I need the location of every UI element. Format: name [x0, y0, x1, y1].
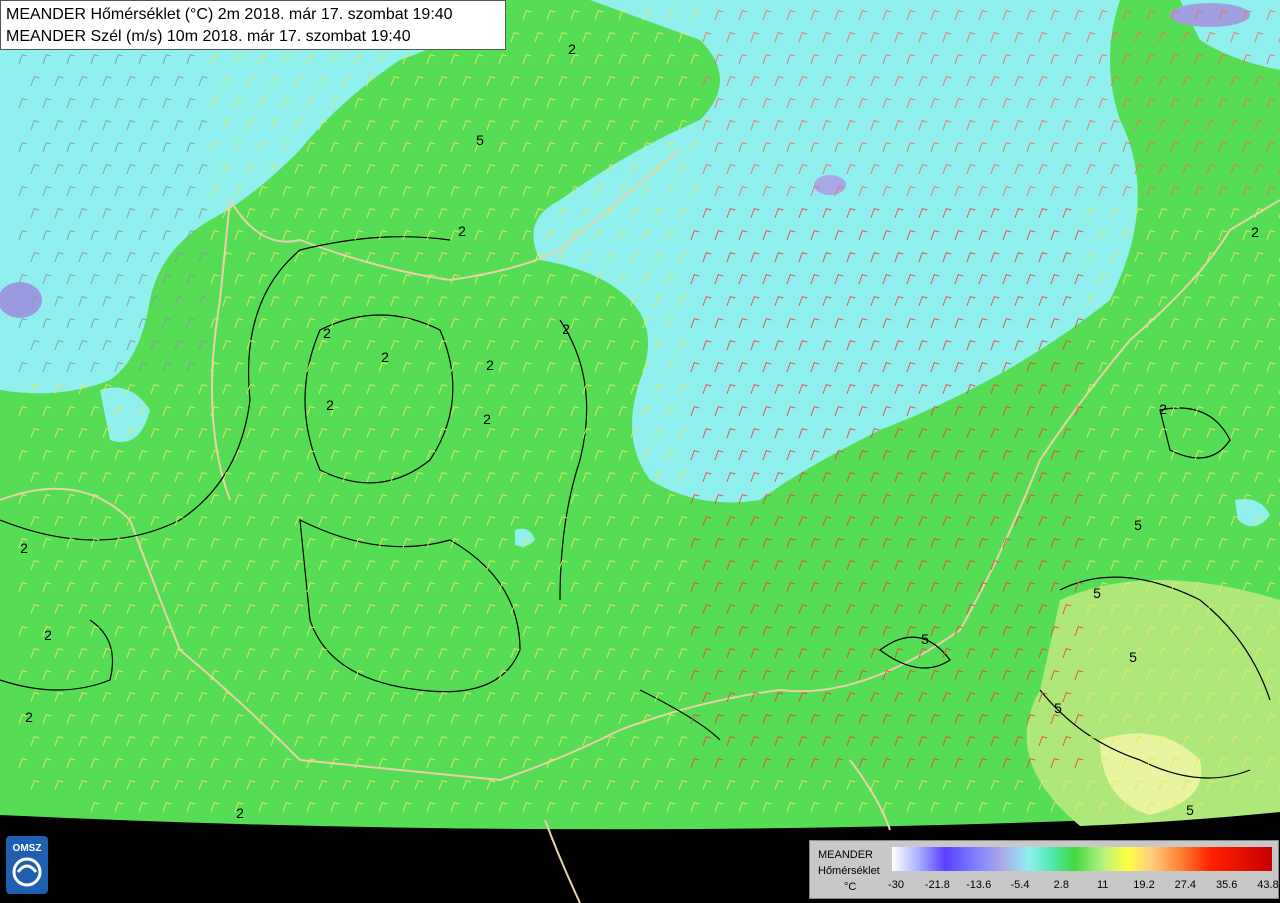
contour-label: 5: [921, 631, 929, 647]
legend-color-scale: [892, 847, 1272, 871]
contour-label: 2: [568, 41, 576, 57]
legend-tick-label: -30: [888, 879, 904, 891]
logo-text: OMSZ: [13, 843, 42, 854]
very-cold-spot: [0, 282, 42, 318]
contour-label: 2: [483, 411, 491, 427]
contour-label: 2: [323, 325, 331, 341]
contour-label: 2: [326, 397, 334, 413]
legend-tick-label: 27.4: [1174, 879, 1197, 891]
very-cold-spot: [814, 175, 846, 195]
map-title-box: MEANDER Hőmérséklet (°C) 2m 2018. már 17…: [0, 0, 506, 50]
contour-label: 2: [1251, 224, 1259, 240]
contour-label: 5: [1054, 700, 1062, 716]
contour-label: 2: [381, 349, 389, 365]
contour-label: 2: [44, 627, 52, 643]
legend-tick-label: 35.6: [1215, 879, 1238, 891]
legend-tick-label: 2.8: [1053, 879, 1069, 891]
contour-label: 2: [486, 357, 494, 373]
contour-label: 5: [1129, 649, 1137, 665]
contour-label: 5: [1134, 517, 1142, 533]
legend-tick-label: -21.8: [924, 879, 950, 891]
legend-tick-label: 19.2: [1133, 879, 1155, 891]
temperature-title: MEANDER Hőmérséklet (°C) 2m 2018. már 17…: [6, 6, 453, 23]
legend-tick-label: 43.8: [1257, 879, 1279, 891]
legend-unit: °C: [844, 881, 857, 893]
temperature-map[interactable]: 2 2 2 2 2 2 2 2 2 2 2 2 2 2 5 5 5 5 5 5 5: [0, 0, 1280, 903]
contour-label: 2: [1159, 401, 1167, 417]
contour-label: 2: [25, 709, 33, 725]
very-cold-spot: [1170, 3, 1250, 27]
legend-tick-label: 11: [1096, 879, 1109, 891]
contour-label: 5: [1186, 802, 1194, 818]
temperature-legend: MEANDER Hőmérséklet °C -30 -21.8 -13.6 -5.4…: [809, 840, 1279, 899]
contour-label: 5: [1093, 585, 1101, 601]
contour-label: 2: [20, 540, 28, 556]
contour-label: 2: [458, 223, 466, 239]
wind-title: MEANDER Szél (m/s) 10m 2018. már 17. szo…: [6, 28, 411, 45]
omsz-logo-icon: OMSZ: [6, 836, 48, 894]
map-view[interactable]: 2 2 2 2 2 2 2 2 2 2 2 2 2 2 5 5 5 5 5 5 5 MEANDER Hőmérsékle…: [0, 0, 1280, 903]
legend-title-variable: Hőmérséklet: [818, 865, 880, 877]
legend-tick-label: -5.4: [1010, 879, 1030, 891]
contour-label: 2: [236, 805, 244, 821]
contour-label: 2: [562, 321, 570, 337]
legend-title-model: MEANDER: [818, 849, 874, 861]
omsz-logo[interactable]: OMSZ: [6, 836, 48, 894]
legend-tick-label: -13.6: [966, 879, 992, 891]
contour-label: 5: [476, 132, 484, 148]
